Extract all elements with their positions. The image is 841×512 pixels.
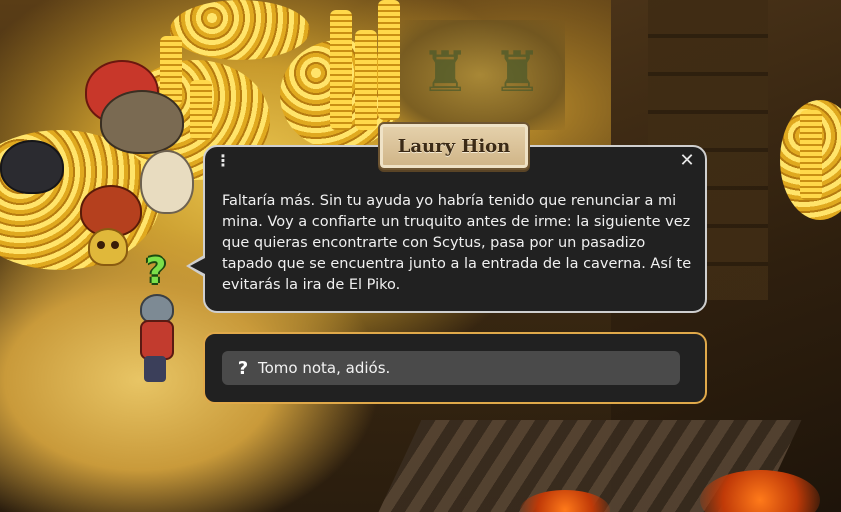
player-character[interactable] bbox=[134, 292, 176, 392]
coin-stack bbox=[800, 110, 822, 200]
npc-name: Laury Hion bbox=[397, 135, 511, 157]
character-legs bbox=[144, 356, 166, 382]
speech-bubble-tail-inner bbox=[190, 258, 205, 274]
question-mark-icon: ? bbox=[237, 357, 249, 379]
carved-figure-icon: ♜ bbox=[492, 40, 543, 105]
quest-marker-icon: ? bbox=[145, 251, 167, 292]
gold-coin-pile bbox=[170, 0, 310, 60]
coin-stack bbox=[330, 10, 352, 130]
coin-stack bbox=[355, 30, 377, 130]
white-vase bbox=[140, 150, 194, 214]
dialog-menu-icon[interactable]: ⋮ bbox=[215, 152, 231, 170]
coin-stack bbox=[190, 80, 212, 140]
coin-stack bbox=[378, 0, 400, 120]
close-icon[interactable]: ✕ bbox=[677, 151, 697, 171]
treasure-chest bbox=[0, 140, 64, 194]
carved-figure-icon: ♜ bbox=[420, 40, 471, 105]
reply-option[interactable]: ? Tomo nota, adiós. bbox=[222, 351, 680, 385]
npc-name-plate: Laury Hion bbox=[378, 122, 530, 170]
clay-pot bbox=[100, 90, 184, 154]
reply-label: Tomo nota, adiós. bbox=[258, 359, 391, 377]
character-body bbox=[140, 320, 174, 360]
dialog-text: Faltaría más. Sin tu ayuda yo habría ten… bbox=[222, 193, 692, 293]
gold-skull bbox=[88, 228, 128, 266]
